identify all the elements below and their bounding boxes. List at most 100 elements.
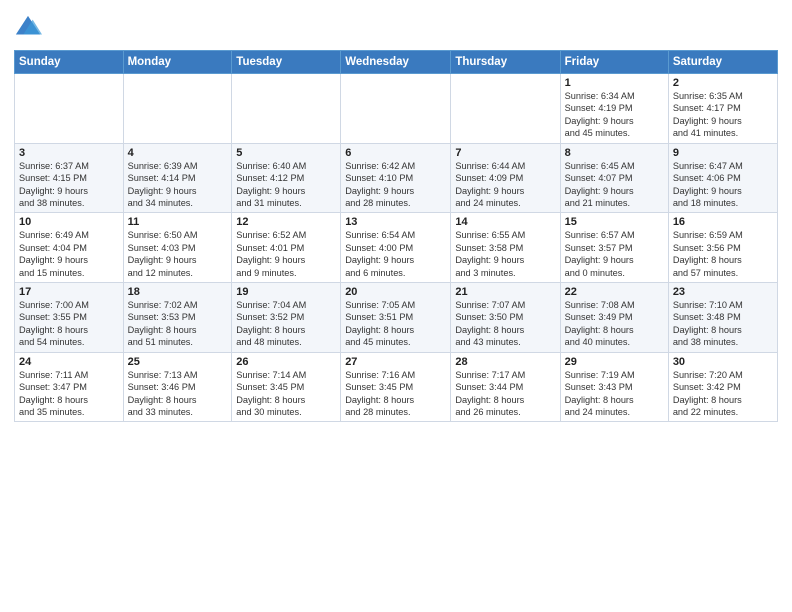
day-number: 1: [565, 77, 664, 89]
calendar-cell: 21Sunrise: 7:07 AM Sunset: 3:50 PM Dayli…: [451, 283, 560, 353]
calendar-cell: [232, 74, 341, 144]
day-number: 30: [673, 356, 773, 368]
calendar-cell: 24Sunrise: 7:11 AM Sunset: 3:47 PM Dayli…: [15, 352, 124, 422]
calendar-cell: 5Sunrise: 6:40 AM Sunset: 4:12 PM Daylig…: [232, 143, 341, 213]
day-number: 2: [673, 77, 773, 89]
calendar-cell: 29Sunrise: 7:19 AM Sunset: 3:43 PM Dayli…: [560, 352, 668, 422]
day-number: 18: [128, 286, 228, 298]
day-number: 17: [19, 286, 119, 298]
weekday-header: Saturday: [668, 51, 777, 74]
day-info: Sunrise: 6:49 AM Sunset: 4:04 PM Dayligh…: [19, 229, 119, 279]
calendar-cell: 11Sunrise: 6:50 AM Sunset: 4:03 PM Dayli…: [123, 213, 232, 283]
day-number: 10: [19, 216, 119, 228]
calendar-cell: 25Sunrise: 7:13 AM Sunset: 3:46 PM Dayli…: [123, 352, 232, 422]
day-info: Sunrise: 6:47 AM Sunset: 4:06 PM Dayligh…: [673, 160, 773, 210]
weekday-header: Wednesday: [341, 51, 451, 74]
calendar-cell: 17Sunrise: 7:00 AM Sunset: 3:55 PM Dayli…: [15, 283, 124, 353]
day-info: Sunrise: 6:44 AM Sunset: 4:09 PM Dayligh…: [455, 160, 555, 210]
calendar-cell: 7Sunrise: 6:44 AM Sunset: 4:09 PM Daylig…: [451, 143, 560, 213]
calendar-cell: 20Sunrise: 7:05 AM Sunset: 3:51 PM Dayli…: [341, 283, 451, 353]
day-number: 3: [19, 147, 119, 159]
day-info: Sunrise: 7:11 AM Sunset: 3:47 PM Dayligh…: [19, 369, 119, 419]
calendar-cell: [451, 74, 560, 144]
day-info: Sunrise: 7:00 AM Sunset: 3:55 PM Dayligh…: [19, 299, 119, 349]
calendar-cell: 10Sunrise: 6:49 AM Sunset: 4:04 PM Dayli…: [15, 213, 124, 283]
day-info: Sunrise: 6:40 AM Sunset: 4:12 PM Dayligh…: [236, 160, 336, 210]
calendar-cell: 15Sunrise: 6:57 AM Sunset: 3:57 PM Dayli…: [560, 213, 668, 283]
day-info: Sunrise: 7:07 AM Sunset: 3:50 PM Dayligh…: [455, 299, 555, 349]
day-info: Sunrise: 7:05 AM Sunset: 3:51 PM Dayligh…: [345, 299, 446, 349]
calendar-cell: 28Sunrise: 7:17 AM Sunset: 3:44 PM Dayli…: [451, 352, 560, 422]
day-info: Sunrise: 6:34 AM Sunset: 4:19 PM Dayligh…: [565, 90, 664, 140]
weekday-header: Monday: [123, 51, 232, 74]
weekday-header: Friday: [560, 51, 668, 74]
calendar-cell: 9Sunrise: 6:47 AM Sunset: 4:06 PM Daylig…: [668, 143, 777, 213]
calendar-cell: 23Sunrise: 7:10 AM Sunset: 3:48 PM Dayli…: [668, 283, 777, 353]
calendar-cell: [15, 74, 124, 144]
day-info: Sunrise: 6:37 AM Sunset: 4:15 PM Dayligh…: [19, 160, 119, 210]
page: SundayMondayTuesdayWednesdayThursdayFrid…: [0, 0, 792, 612]
day-info: Sunrise: 6:57 AM Sunset: 3:57 PM Dayligh…: [565, 229, 664, 279]
calendar-cell: 16Sunrise: 6:59 AM Sunset: 3:56 PM Dayli…: [668, 213, 777, 283]
logo: [14, 14, 44, 42]
calendar-week-row: 1Sunrise: 6:34 AM Sunset: 4:19 PM Daylig…: [15, 74, 778, 144]
calendar-cell: 27Sunrise: 7:16 AM Sunset: 3:45 PM Dayli…: [341, 352, 451, 422]
day-info: Sunrise: 6:35 AM Sunset: 4:17 PM Dayligh…: [673, 90, 773, 140]
calendar-cell: 4Sunrise: 6:39 AM Sunset: 4:14 PM Daylig…: [123, 143, 232, 213]
calendar-cell: 22Sunrise: 7:08 AM Sunset: 3:49 PM Dayli…: [560, 283, 668, 353]
day-info: Sunrise: 7:04 AM Sunset: 3:52 PM Dayligh…: [236, 299, 336, 349]
day-number: 9: [673, 147, 773, 159]
day-number: 4: [128, 147, 228, 159]
day-number: 13: [345, 216, 446, 228]
day-number: 16: [673, 216, 773, 228]
day-number: 14: [455, 216, 555, 228]
calendar-cell: 18Sunrise: 7:02 AM Sunset: 3:53 PM Dayli…: [123, 283, 232, 353]
calendar-header-row: SundayMondayTuesdayWednesdayThursdayFrid…: [15, 51, 778, 74]
day-info: Sunrise: 7:08 AM Sunset: 3:49 PM Dayligh…: [565, 299, 664, 349]
calendar-cell: 30Sunrise: 7:20 AM Sunset: 3:42 PM Dayli…: [668, 352, 777, 422]
calendar-week-row: 24Sunrise: 7:11 AM Sunset: 3:47 PM Dayli…: [15, 352, 778, 422]
calendar-cell: [341, 74, 451, 144]
calendar-cell: 6Sunrise: 6:42 AM Sunset: 4:10 PM Daylig…: [341, 143, 451, 213]
calendar-cell: [123, 74, 232, 144]
day-info: Sunrise: 6:45 AM Sunset: 4:07 PM Dayligh…: [565, 160, 664, 210]
day-number: 27: [345, 356, 446, 368]
day-info: Sunrise: 7:13 AM Sunset: 3:46 PM Dayligh…: [128, 369, 228, 419]
day-number: 26: [236, 356, 336, 368]
day-number: 6: [345, 147, 446, 159]
calendar-cell: 2Sunrise: 6:35 AM Sunset: 4:17 PM Daylig…: [668, 74, 777, 144]
day-info: Sunrise: 6:59 AM Sunset: 3:56 PM Dayligh…: [673, 229, 773, 279]
day-info: Sunrise: 7:16 AM Sunset: 3:45 PM Dayligh…: [345, 369, 446, 419]
day-number: 22: [565, 286, 664, 298]
calendar-cell: 8Sunrise: 6:45 AM Sunset: 4:07 PM Daylig…: [560, 143, 668, 213]
day-info: Sunrise: 7:02 AM Sunset: 3:53 PM Dayligh…: [128, 299, 228, 349]
calendar-cell: 12Sunrise: 6:52 AM Sunset: 4:01 PM Dayli…: [232, 213, 341, 283]
day-number: 20: [345, 286, 446, 298]
calendar-week-row: 17Sunrise: 7:00 AM Sunset: 3:55 PM Dayli…: [15, 283, 778, 353]
day-number: 23: [673, 286, 773, 298]
logo-icon: [14, 14, 42, 42]
weekday-header: Sunday: [15, 51, 124, 74]
calendar-cell: 3Sunrise: 6:37 AM Sunset: 4:15 PM Daylig…: [15, 143, 124, 213]
day-info: Sunrise: 7:17 AM Sunset: 3:44 PM Dayligh…: [455, 369, 555, 419]
calendar-cell: 26Sunrise: 7:14 AM Sunset: 3:45 PM Dayli…: [232, 352, 341, 422]
day-info: Sunrise: 6:52 AM Sunset: 4:01 PM Dayligh…: [236, 229, 336, 279]
day-info: Sunrise: 6:42 AM Sunset: 4:10 PM Dayligh…: [345, 160, 446, 210]
day-info: Sunrise: 6:54 AM Sunset: 4:00 PM Dayligh…: [345, 229, 446, 279]
day-number: 25: [128, 356, 228, 368]
day-number: 5: [236, 147, 336, 159]
calendar: SundayMondayTuesdayWednesdayThursdayFrid…: [14, 50, 778, 422]
day-number: 15: [565, 216, 664, 228]
weekday-header: Tuesday: [232, 51, 341, 74]
day-info: Sunrise: 6:39 AM Sunset: 4:14 PM Dayligh…: [128, 160, 228, 210]
day-number: 12: [236, 216, 336, 228]
day-info: Sunrise: 6:55 AM Sunset: 3:58 PM Dayligh…: [455, 229, 555, 279]
day-info: Sunrise: 7:14 AM Sunset: 3:45 PM Dayligh…: [236, 369, 336, 419]
calendar-week-row: 3Sunrise: 6:37 AM Sunset: 4:15 PM Daylig…: [15, 143, 778, 213]
day-number: 8: [565, 147, 664, 159]
day-info: Sunrise: 7:20 AM Sunset: 3:42 PM Dayligh…: [673, 369, 773, 419]
day-number: 19: [236, 286, 336, 298]
day-info: Sunrise: 6:50 AM Sunset: 4:03 PM Dayligh…: [128, 229, 228, 279]
day-number: 24: [19, 356, 119, 368]
day-info: Sunrise: 7:19 AM Sunset: 3:43 PM Dayligh…: [565, 369, 664, 419]
